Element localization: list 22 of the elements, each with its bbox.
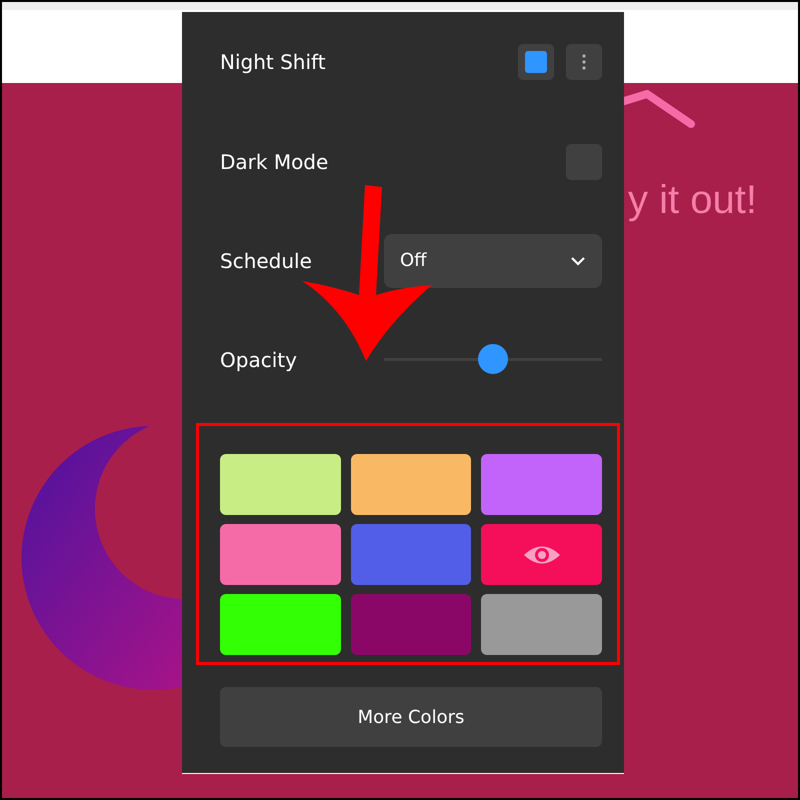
setting-label: Dark Mode: [220, 150, 328, 174]
color-swatch[interactable]: [220, 454, 341, 515]
headline-text: y it out!: [628, 178, 757, 223]
more-menu-button[interactable]: [566, 44, 602, 80]
color-swatch[interactable]: [220, 524, 341, 585]
color-swatch[interactable]: [481, 524, 602, 585]
eye-icon: [522, 544, 561, 566]
panel-title: Night Shift: [220, 50, 326, 74]
toggle-checkbox[interactable]: [518, 44, 554, 80]
color-swatch[interactable]: [481, 594, 602, 655]
color-swatch[interactable]: [350, 594, 472, 655]
slider-thumb[interactable]: [478, 344, 508, 374]
more-colors-button[interactable]: More Colors: [220, 687, 602, 747]
setting-label: Schedule: [220, 248, 312, 272]
schedule-dropdown[interactable]: Off: [384, 234, 602, 288]
color-swatch[interactable]: [481, 454, 602, 515]
setting-label: Opacity: [220, 348, 297, 372]
kebab-icon: [582, 54, 586, 70]
chevron-down-icon: [570, 256, 586, 266]
color-swatch[interactable]: [350, 454, 472, 515]
color-swatch[interactable]: [350, 524, 472, 585]
color-swatch[interactable]: [220, 594, 341, 655]
